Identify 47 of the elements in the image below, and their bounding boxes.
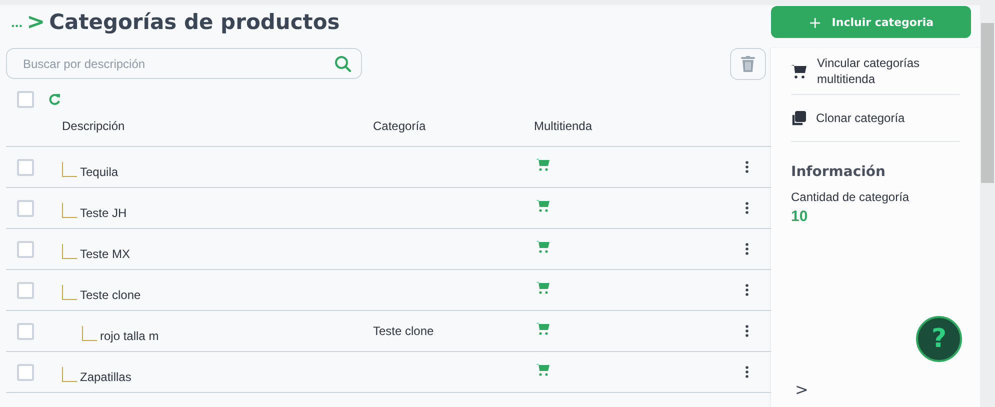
select-all-checkbox[interactable] (17, 90, 34, 108)
table-cell: Zapatillas (80, 370, 132, 384)
search-icon[interactable] (334, 55, 352, 73)
row-checkbox[interactable] (17, 241, 34, 258)
scrollbar-thumb[interactable] (981, 23, 994, 183)
more-options-icon[interactable] (745, 161, 749, 173)
table-cell: Tequila (80, 164, 118, 178)
row-checkbox[interactable] (17, 200, 34, 217)
cart-icon (791, 64, 807, 78)
table-cell: Teste MX (80, 246, 130, 260)
row-checkbox[interactable] (17, 323, 34, 340)
more-options-icon[interactable] (745, 325, 749, 337)
copy-icon (791, 110, 806, 126)
tree-connector (62, 244, 77, 258)
table-cell: Teste JH (80, 206, 127, 220)
column-header: Multitienda (534, 119, 594, 133)
column-header: Descripción (61, 119, 126, 133)
tree-connector (62, 366, 77, 382)
tree-connector (62, 284, 77, 300)
delete-button[interactable] (730, 48, 766, 80)
row-checkbox[interactable] (17, 282, 34, 299)
breadcrumb-separator: > (26, 10, 46, 34)
table-cell: Teste clone (373, 324, 434, 338)
category-count: 10 (791, 208, 809, 225)
column-header: Categoría (373, 119, 427, 133)
more-options-icon[interactable] (745, 284, 749, 296)
table-cell: Teste clone (80, 288, 141, 302)
more-options-icon[interactable] (745, 202, 749, 214)
scrollbar[interactable] (980, 5, 995, 407)
collapse-button[interactable]: > (791, 380, 812, 399)
search-field[interactable]: Buscar por descripción (6, 48, 362, 79)
tree-connector (62, 202, 77, 218)
page-title: Categorías de productos (49, 10, 340, 34)
row-checkbox[interactable] (17, 159, 34, 176)
tree-connector (82, 326, 97, 340)
trash-icon (741, 56, 755, 72)
info-heading: Información (791, 164, 887, 180)
more-options-icon[interactable] (745, 243, 749, 255)
row-checkbox[interactable] (17, 364, 34, 381)
refresh-icon[interactable] (48, 92, 61, 106)
action-item[interactable]: Vincular categorías multitienda (791, 48, 960, 95)
tree-connector (62, 162, 77, 176)
table-cell: rojo talla m (100, 328, 159, 342)
more-options-icon[interactable] (745, 366, 749, 378)
help-button[interactable]: ? (916, 316, 962, 362)
info-label: Cantidad de categoría (791, 190, 910, 204)
action-item[interactable]: Clonar categoría (791, 95, 960, 142)
